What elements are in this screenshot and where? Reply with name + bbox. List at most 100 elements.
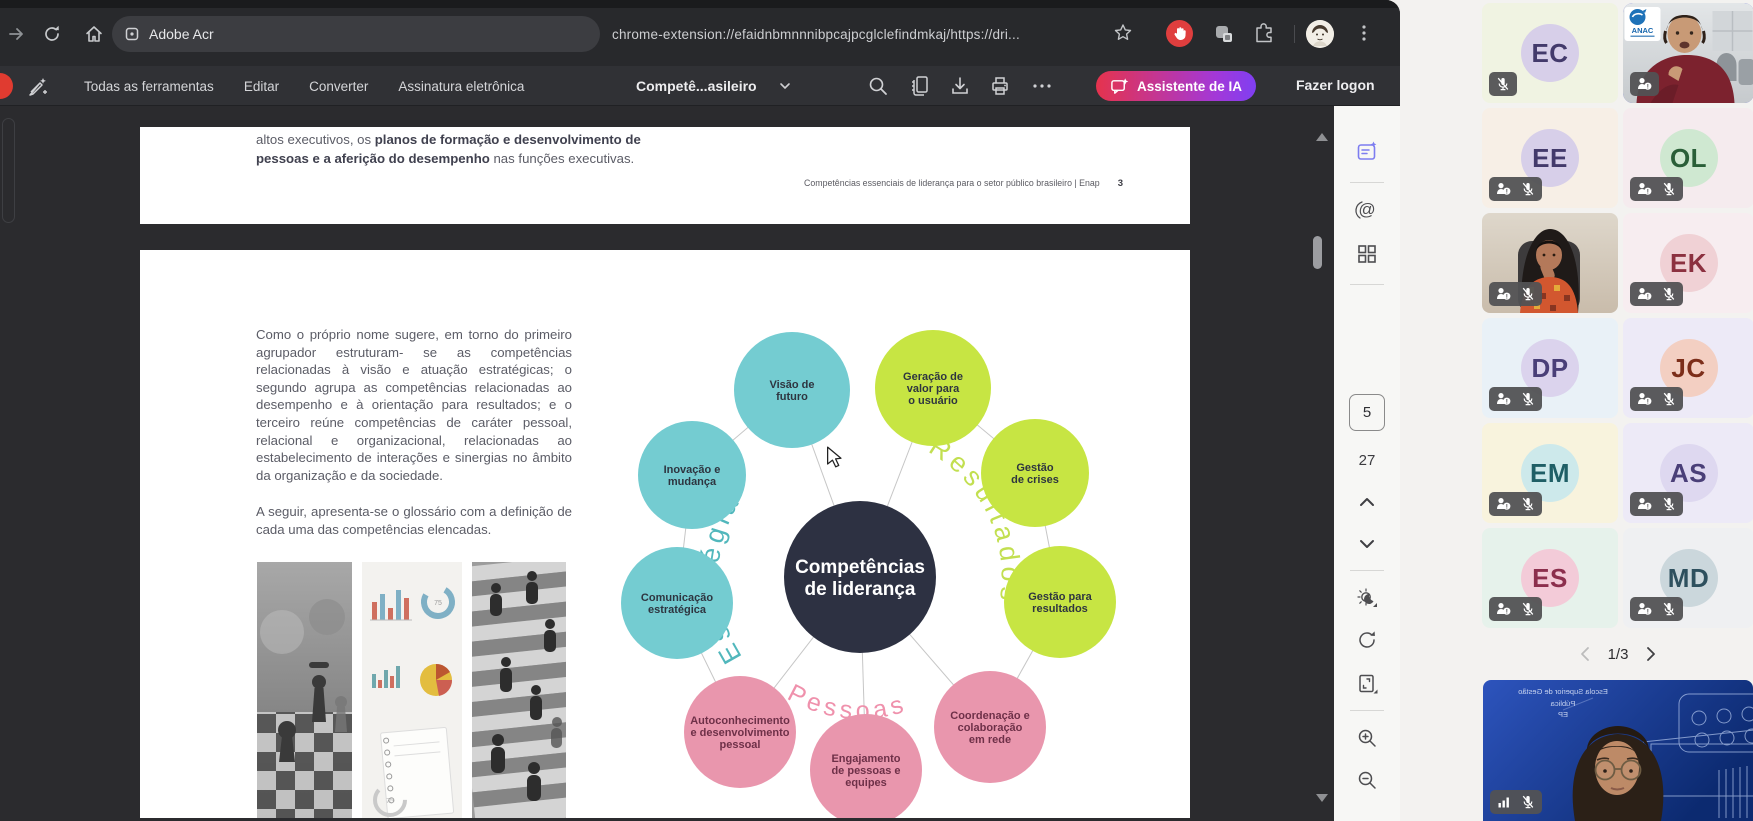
extension-icon[interactable] (1212, 22, 1236, 46)
document-title: Competê...asileiro (636, 78, 757, 94)
participant-initials: JC (1671, 353, 1705, 384)
screen: Adobe Acr chrome-extension://efaidnbmnnn… (0, 0, 1753, 821)
tile-speaker-video[interactable]: ANAC ! (1623, 3, 1753, 103)
window-top-edge (0, 0, 1400, 8)
current-page-box[interactable]: 5 (1349, 394, 1385, 431)
photo-chess (257, 562, 352, 818)
pagination-label: 1/3 (1608, 646, 1629, 663)
svg-text:ANAC: ANAC (1632, 26, 1654, 35)
generative-summary-icon[interactable]: @ (1355, 198, 1379, 222)
zoom-in-icon[interactable] (1355, 726, 1379, 750)
menu-all-tools[interactable]: Todas as ferramentas (84, 79, 214, 94)
more-options-icon[interactable] (1030, 74, 1054, 98)
body-paragraph-2: A seguir, apresenta-se o glossário com a… (256, 503, 572, 538)
forward-icon[interactable] (6, 24, 26, 44)
download-icon[interactable] (948, 74, 972, 98)
mic-off-icon (1521, 392, 1535, 406)
adblock-extension-icon[interactable] (1166, 20, 1193, 47)
page3-text: altos executivos, os planos de formação … (256, 131, 686, 168)
tile-participant-ol[interactable]: OL! (1623, 108, 1753, 208)
next-gallery-icon[interactable] (1644, 646, 1658, 662)
document-title-group[interactable]: Competê...asileiro (636, 66, 791, 106)
tile-participant-ee[interactable]: EE! (1482, 108, 1618, 208)
current-page-number: 5 (1363, 404, 1371, 421)
search-icon[interactable] (866, 74, 890, 98)
url-text: chrome-extension://efaidnbmnnnibpcajpcgl… (612, 27, 1020, 42)
page-thumbnails-icon[interactable] (908, 74, 932, 98)
menu-esign[interactable]: Assinatura eletrônica (398, 79, 524, 94)
participant-initials: OL (1670, 143, 1707, 174)
self-status-badges (1490, 790, 1542, 814)
browser-window: Adobe Acr chrome-extension://efaidnbmnnn… (0, 0, 1400, 821)
bookmark-star-icon[interactable] (1112, 22, 1134, 44)
fit-page-icon[interactable] (1355, 672, 1379, 696)
theme-toggle-icon[interactable] (1355, 586, 1379, 610)
attendee-icon: ! (1496, 497, 1511, 511)
svg-text:Competências: Competências (795, 557, 925, 578)
collapsed-side-panel[interactable] (2, 118, 15, 223)
address-bar[interactable]: Adobe Acr (112, 16, 600, 52)
previous-gallery-icon[interactable] (1578, 646, 1592, 662)
photo-crosswalk (472, 562, 566, 818)
pdf-page-3: altos executivos, os planos de formação … (140, 127, 1190, 224)
svg-text:Gestãode crises: Gestãode crises (1011, 462, 1059, 486)
tile-participant-as[interactable]: AS! (1623, 423, 1753, 523)
tile-participant-md[interactable]: MD! (1623, 528, 1753, 628)
previous-page-icon[interactable] (1355, 490, 1379, 514)
menu-convert[interactable]: Converter (309, 79, 368, 94)
svg-text:Visão defuturo: Visão defuturo (769, 379, 814, 403)
status-badges: ! (1489, 597, 1542, 621)
pdf-viewer: altos executivos, os planos de formação … (0, 106, 1400, 821)
thumbnails-grid-icon[interactable] (1355, 242, 1379, 266)
participant-initials: MD (1668, 563, 1709, 594)
mic-off-icon (1521, 497, 1535, 511)
page3-footer: Competências essenciais de liderança par… (804, 178, 1123, 189)
ai-chat-icon (1110, 77, 1129, 96)
svg-text:!: ! (1647, 189, 1649, 196)
status-badges: ! (1630, 492, 1683, 516)
acrobat-logo (0, 73, 13, 99)
next-page-icon[interactable] (1355, 532, 1379, 556)
scroll-down-arrow[interactable] (1316, 794, 1328, 802)
menu-edit[interactable]: Editar (244, 79, 279, 94)
participant-initials: DP (1531, 353, 1568, 384)
rotate-refresh-icon[interactable] (1355, 628, 1379, 652)
tile-participant-ek[interactable]: EK! (1623, 213, 1753, 313)
reload-icon[interactable] (42, 24, 62, 44)
mouse-cursor (824, 446, 844, 468)
browser-menu-icon[interactable] (1354, 23, 1374, 43)
ai-assistant-button[interactable]: Assistente de IA (1096, 71, 1256, 101)
extensions-puzzle-icon[interactable] (1252, 22, 1276, 46)
tile-participant-es[interactable]: ES! (1482, 528, 1618, 628)
ai-assistant-panel-icon[interactable] (1355, 140, 1379, 164)
self-video-tile[interactable]: Escola Superior de GestãoPúblicaEP (1483, 680, 1753, 821)
profile-avatar[interactable] (1306, 20, 1334, 48)
zoom-out-icon[interactable] (1355, 768, 1379, 792)
anac-logo-badge: ANAC (1625, 7, 1661, 41)
scrollbar-thumb[interactable] (1313, 236, 1322, 269)
toolbar-separator (1294, 25, 1295, 43)
status-badges (1489, 72, 1517, 96)
status-badges: ! (1489, 387, 1542, 411)
avatar-circle: EC (1521, 24, 1579, 82)
tile-participant-jc[interactable]: JC! (1623, 318, 1753, 418)
participant-initials: EM (1530, 458, 1570, 489)
sign-in-button[interactable]: Fazer logon (1296, 77, 1375, 93)
status-badges: ! (1489, 492, 1542, 516)
status-badges: ! (1489, 282, 1542, 306)
print-icon[interactable] (988, 74, 1012, 98)
home-icon[interactable] (84, 24, 104, 44)
attendee-icon: ! (1637, 77, 1652, 91)
rail-divider (1350, 710, 1384, 711)
customize-tools-icon[interactable] (26, 74, 50, 98)
mic-off-icon (1521, 287, 1535, 301)
svg-text:!: ! (1647, 609, 1649, 616)
rail-divider (1350, 284, 1384, 285)
svg-text:75: 75 (386, 798, 394, 805)
tile-participant-em[interactable]: EM! (1482, 423, 1618, 523)
tile-participant-dp[interactable]: DP! (1482, 318, 1618, 418)
scroll-up-arrow[interactable] (1316, 133, 1328, 141)
tile-participant-ec[interactable]: EC (1482, 3, 1618, 103)
svg-text:!: ! (1506, 504, 1508, 511)
tile-participant-video[interactable]: ! (1482, 213, 1618, 313)
